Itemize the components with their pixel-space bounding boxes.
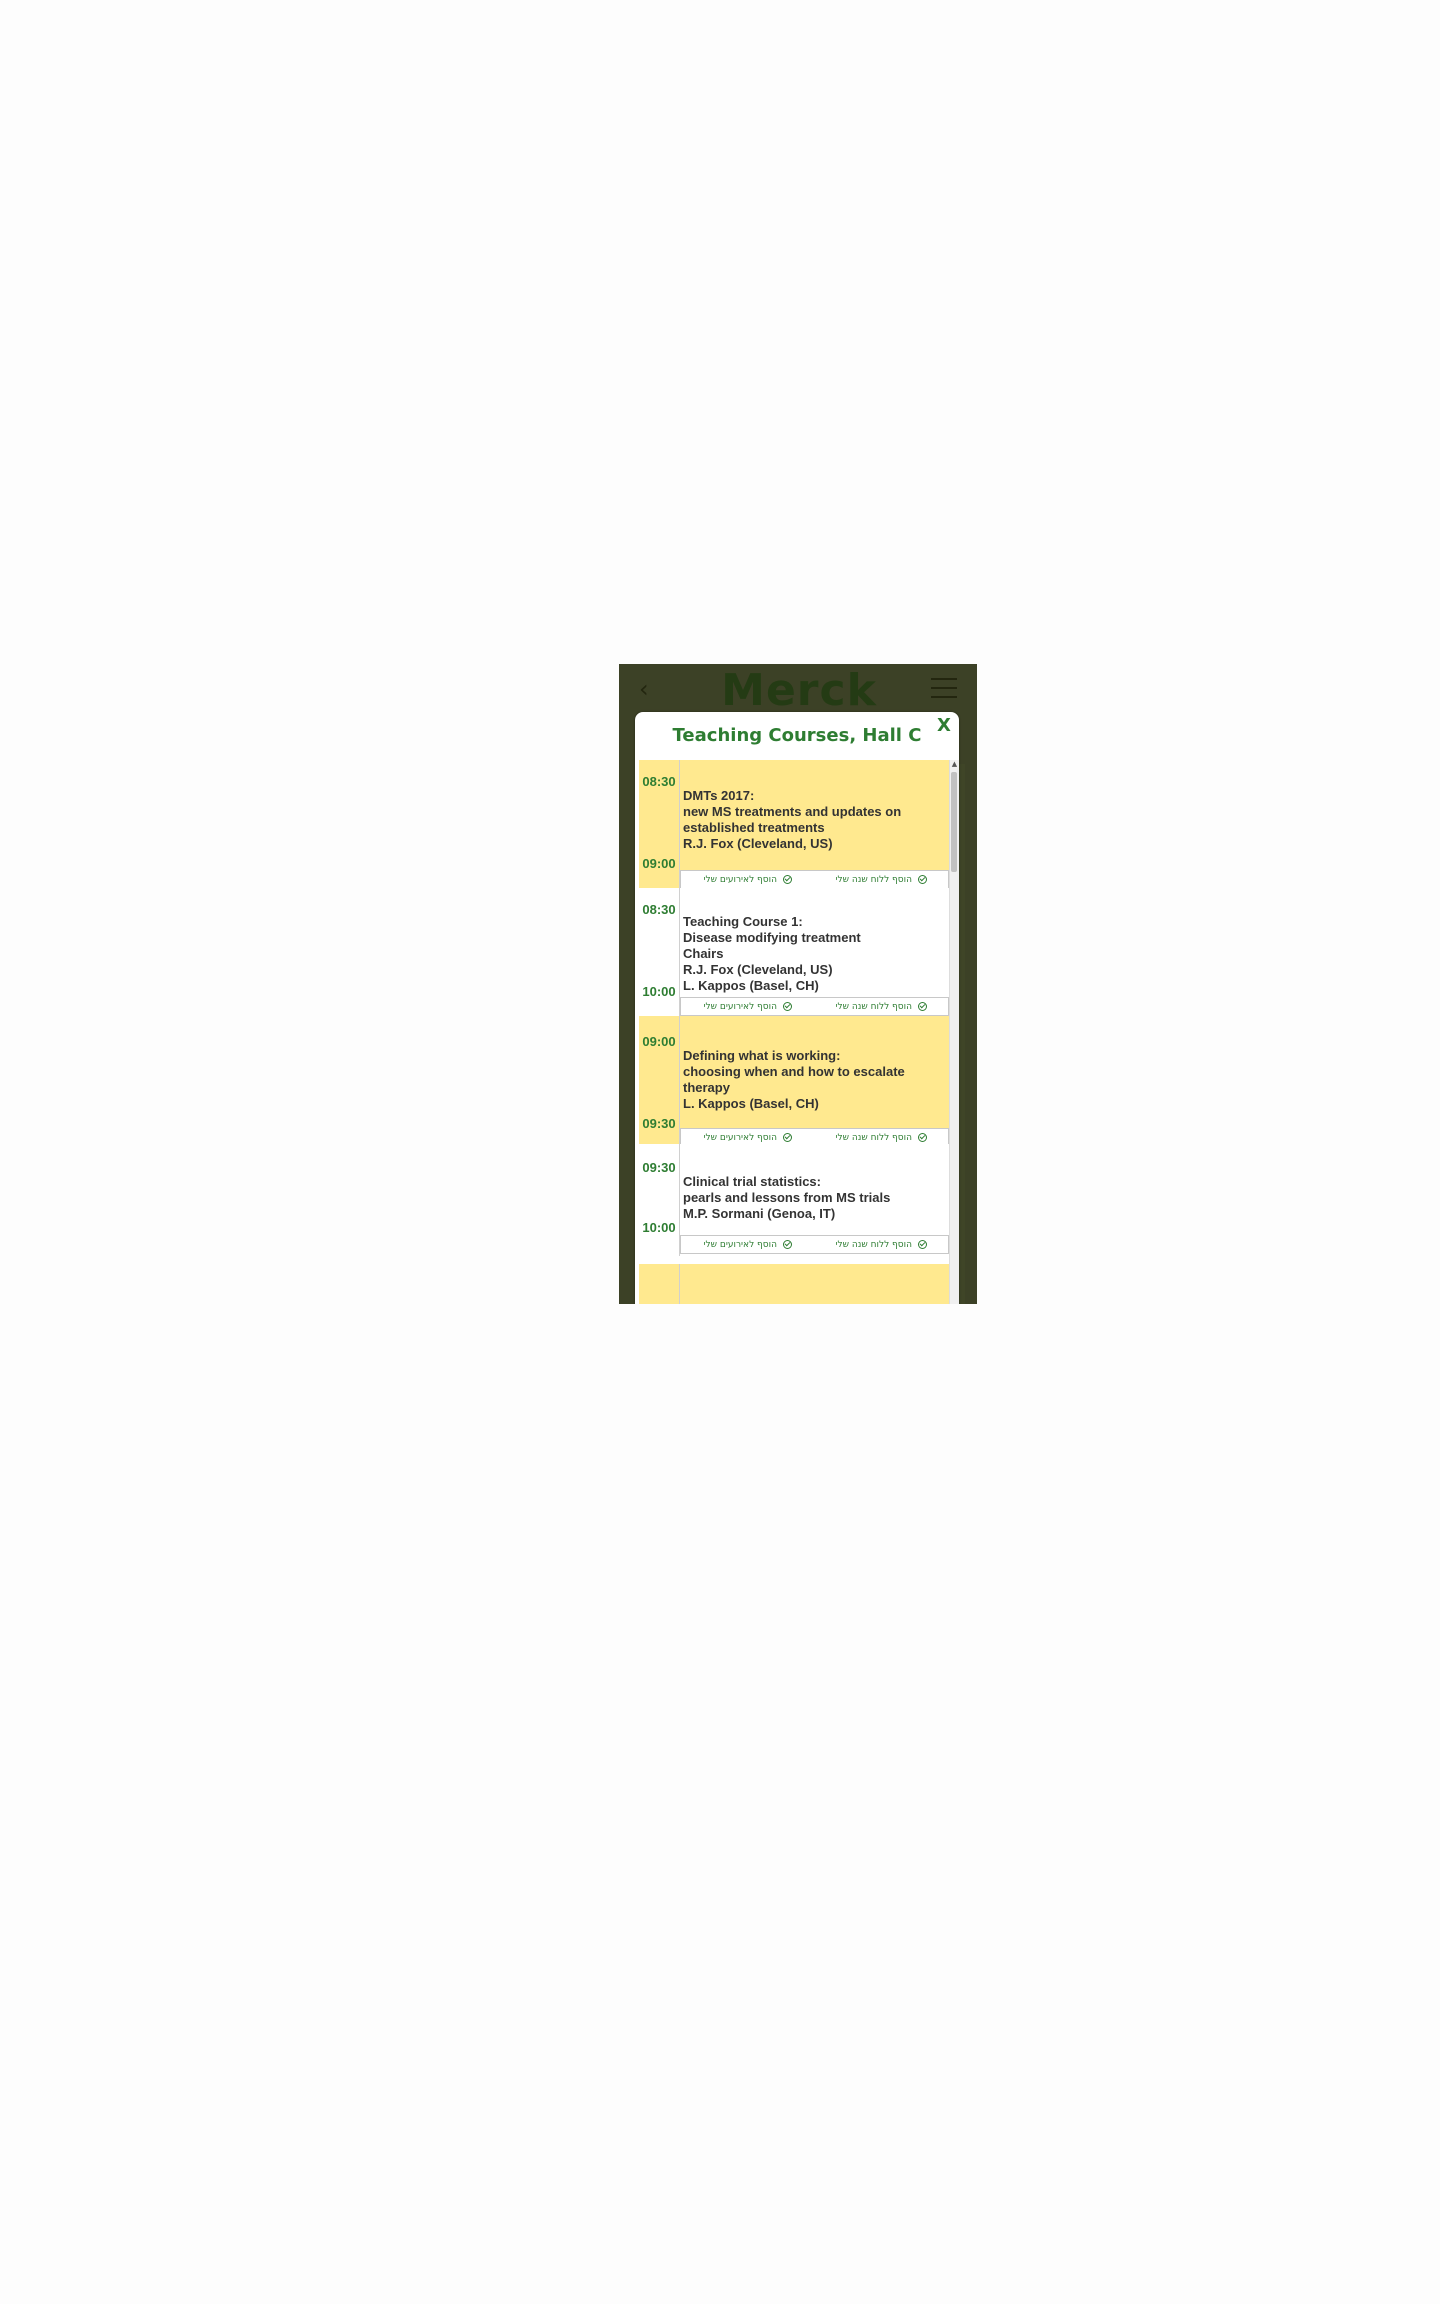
session-title: DMTs 2017: <box>683 788 755 803</box>
time-column: 08:30 10:00 <box>639 888 680 1016</box>
session-item: 08:30 09:00 DMTs 2017: new MS treatments… <box>639 760 950 889</box>
session-item: 09:30 10:00 Clinical trial statistics: p… <box>639 1144 950 1256</box>
check-circle-icon <box>917 1240 927 1249</box>
check-circle-icon <box>782 1133 792 1142</box>
session-details: DMTs 2017: new MS treatments and updates… <box>683 788 946 852</box>
session-list[interactable]: 08:30 09:00 DMTs 2017: new MS treatments… <box>639 760 950 1304</box>
session-subtitle: therapy <box>683 1080 730 1095</box>
session-item: 09:00 09:30 Defining what is working: ch… <box>639 1016 950 1147</box>
session-subtitle: Disease modifying treatment <box>683 930 861 945</box>
session-speaker: L. Kappos (Basel, CH) <box>683 1096 819 1111</box>
session-item <box>639 1264 950 1304</box>
check-circle-icon <box>782 875 792 884</box>
scroll-thumb[interactable] <box>951 772 957 872</box>
session-subtitle: pearls and lessons from MS trials <box>683 1190 891 1205</box>
session-title: Defining what is working: <box>683 1048 841 1063</box>
session-actions: הוסף לאירועים שלי הוסף ללוח שנה שלי <box>680 997 950 1016</box>
add-to-events-button[interactable]: הוסף לאירועים שלי <box>681 871 815 888</box>
add-to-calendar-button[interactable]: הוסף ללוח שנה שלי <box>815 871 949 888</box>
phone-frame: ‹ Merck Teaching Courses, Hall C X 08:30… <box>619 664 977 1304</box>
session-title: Teaching Course 1: <box>683 914 803 929</box>
start-time: 08:30 <box>642 902 676 917</box>
session-details: Teaching Course 1: Disease modifying tre… <box>683 914 946 994</box>
session-details: Clinical trial statistics: pearls and le… <box>683 1174 946 1222</box>
session-speaker: R.J. Fox (Cleveland, US) <box>683 962 833 977</box>
session-item: 08:30 10:00 Teaching Course 1: Disease m… <box>639 888 950 1016</box>
time-column: 08:30 09:00 <box>639 760 680 888</box>
start-time: 08:30 <box>642 774 676 789</box>
session-subtitle: new MS treatments and updates on <box>683 804 902 819</box>
merck-logo: Merck <box>721 665 877 716</box>
check-circle-icon <box>782 1002 792 1011</box>
session-subtitle: choosing when and how to escalate <box>683 1064 905 1079</box>
check-circle-icon <box>917 1133 927 1142</box>
time-column: 09:00 09:30 <box>639 1016 680 1144</box>
time-column: 09:30 10:00 <box>639 1144 680 1256</box>
session-speaker: M.P. Sormani (Genoa, IT) <box>683 1206 836 1221</box>
close-button[interactable]: X <box>935 716 953 736</box>
scrollbar[interactable]: ▲ ▼ <box>949 760 959 1304</box>
session-actions: הוסף לאירועים שלי הוסף ללוח שנה שלי <box>680 870 950 889</box>
add-to-events-button[interactable]: הוסף לאירועים שלי <box>681 1236 815 1253</box>
sessions-modal: Teaching Courses, Hall C X 08:30 09:00 D… <box>635 712 959 1304</box>
check-circle-icon <box>917 1002 927 1011</box>
end-time: 09:30 <box>642 1116 676 1131</box>
check-circle-icon <box>917 875 927 884</box>
add-to-calendar-button[interactable]: הוסף ללוח שנה שלי <box>815 998 949 1015</box>
session-subtitle: established treatments <box>683 820 825 835</box>
add-to-calendar-button[interactable]: הוסף ללוח שנה שלי <box>815 1236 949 1253</box>
start-time: 09:00 <box>642 1034 676 1049</box>
chevron-left-icon[interactable]: ‹ <box>639 677 659 701</box>
end-time: 10:00 <box>642 1220 676 1235</box>
time-column <box>639 1264 680 1304</box>
hamburger-icon[interactable] <box>931 678 957 700</box>
end-time: 09:00 <box>642 856 676 871</box>
session-subtitle: Chairs <box>683 946 724 961</box>
modal-title: Teaching Courses, Hall C <box>672 725 922 746</box>
session-speaker: R.J. Fox (Cleveland, US) <box>683 836 833 851</box>
session-details: Defining what is working: choosing when … <box>683 1048 946 1112</box>
check-circle-icon <box>782 1240 792 1249</box>
start-time: 09:30 <box>642 1160 676 1175</box>
session-actions: הוסף לאירועים שלי הוסף ללוח שנה שלי <box>680 1235 950 1254</box>
add-to-events-button[interactable]: הוסף לאירועים שלי <box>681 998 815 1015</box>
app-header: ‹ Merck <box>619 664 977 716</box>
end-time: 10:00 <box>642 984 676 999</box>
scroll-up-icon[interactable]: ▲ <box>950 760 959 769</box>
session-speaker: L. Kappos (Basel, CH) <box>683 978 819 993</box>
session-title: Clinical trial statistics: <box>683 1174 821 1189</box>
scroll-down-icon[interactable]: ▼ <box>950 1303 959 1304</box>
